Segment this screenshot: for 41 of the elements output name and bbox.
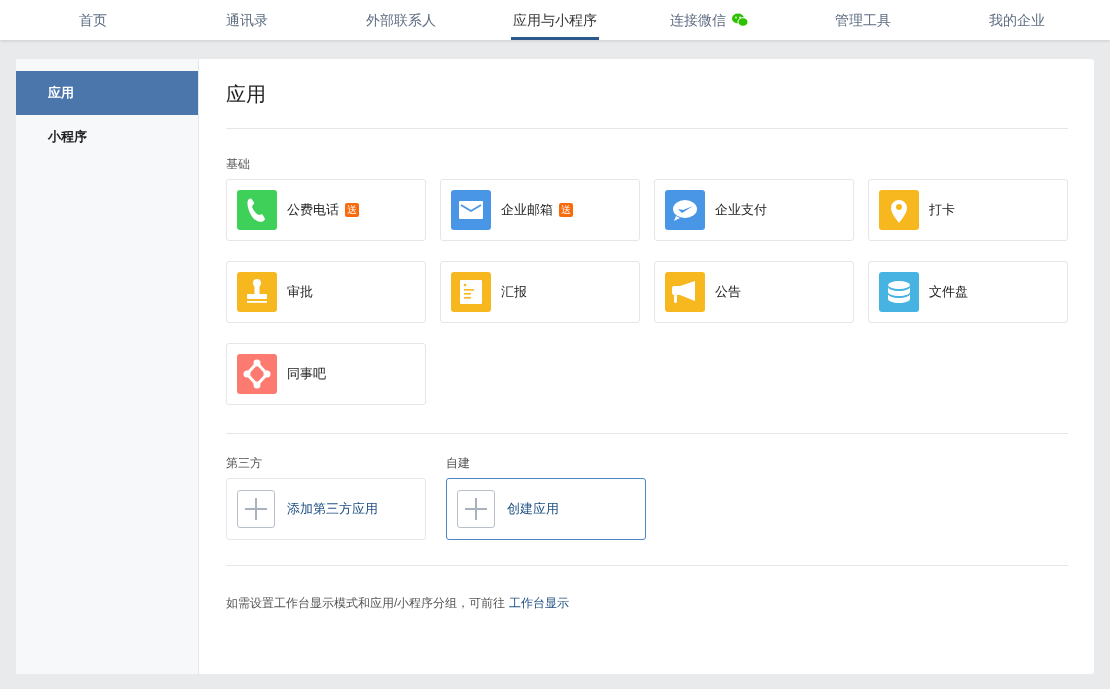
add-app-label: 添加第三方应用 [287,500,378,519]
plus-icon [457,490,495,528]
app-name: 公费电话 [287,201,339,220]
add-app-card[interactable]: 创建应用 [446,478,646,540]
app-card[interactable]: 汇报 [440,261,640,323]
app-name: 企业邮箱 [501,201,553,220]
gift-badge: 送 [345,203,359,217]
section-heading: 自建 [446,455,471,470]
page-title: 应用 [226,59,1068,129]
app-card[interactable]: 公告 [654,261,854,323]
nav-tab[interactable]: 首页 [77,0,109,40]
app-name: 同事吧 [287,365,326,384]
sidebar-item[interactable]: 应用 [16,71,198,115]
section-heading: 基础 [226,156,251,171]
nav-tab[interactable]: 管理工具 [833,0,893,40]
plus-icon [237,490,275,528]
section-heading: 第三方 [226,455,263,470]
sidebar-item[interactable]: 小程序 [16,115,198,159]
app-name: 审批 [287,283,313,302]
app-card[interactable]: 企业支付 [654,179,854,241]
footer-note: 如需设置工作台显示模式和应用/小程序分组，可前往 [226,595,506,612]
app-card[interactable]: 公费电话 送 [226,179,426,241]
app-card[interactable]: 同事吧 [226,343,426,405]
app-name: 企业支付 [715,201,767,220]
app-name: 打卡 [929,201,955,220]
app-name: 文件盘 [929,283,968,302]
nav-tab[interactable]: 我的企业 [987,0,1047,40]
gift-badge: 送 [559,203,573,217]
workbench-display-link[interactable]: 工作台显示 [509,594,570,612]
app-card[interactable]: 审批 [226,261,426,323]
app-name: 汇报 [501,283,527,302]
nav-tab[interactable]: 通讯录 [224,0,270,40]
nav-tab[interactable]: 连接微信 [668,0,750,40]
add-app-label: 创建应用 [507,500,559,519]
app-card[interactable]: 打卡 [868,179,1068,241]
nav-tab[interactable]: 外部联系人 [364,0,438,40]
nav-tab[interactable]: 应用与小程序 [511,0,599,40]
app-card[interactable]: 企业邮箱 送 [440,179,640,241]
add-app-card[interactable]: 添加第三方应用 [226,478,426,540]
app-name: 公告 [715,283,741,302]
app-card[interactable]: 文件盘 [868,261,1068,323]
